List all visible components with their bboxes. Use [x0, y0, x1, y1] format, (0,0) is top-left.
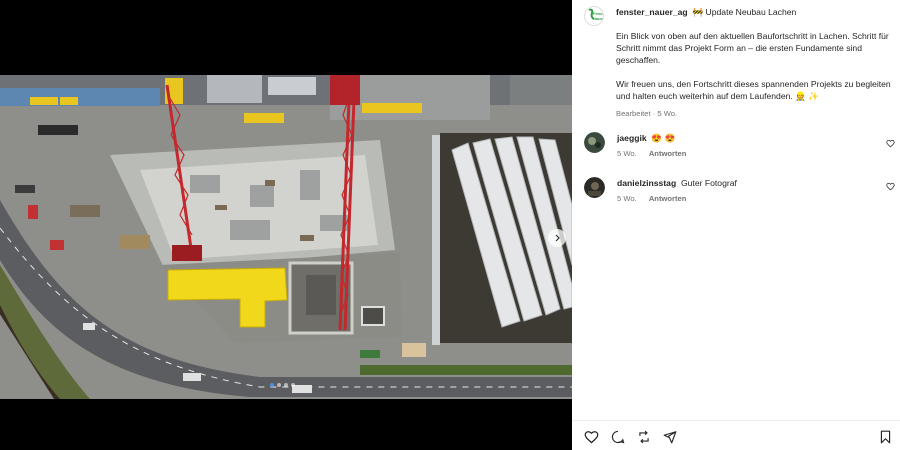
comment-item: jaeggik 😍 😍 5 Wo. Antworten: [584, 132, 894, 160]
caption-paragraph-1: Ein Blick von oben auf den aktuellen Bau…: [616, 31, 889, 65]
comment-username[interactable]: jaeggik: [617, 133, 647, 143]
reply-button[interactable]: Antworten: [649, 194, 687, 203]
comment-time: 5 Wo.: [617, 149, 637, 158]
caption-paragraph-2: Wir freuen uns, den Fortschritt dieses s…: [616, 79, 891, 101]
send-icon[interactable]: [663, 430, 677, 444]
comment-text: Guter Fotograf: [681, 178, 737, 188]
comment-text: 😍 😍: [651, 133, 676, 143]
media-viewer: [0, 0, 572, 450]
reply-button[interactable]: Antworten: [649, 149, 687, 158]
comment-item: danielzinsstag Guter Fotograf 5 Wo. Antw…: [584, 177, 894, 205]
carousel-dot: [277, 383, 281, 387]
post-title: 🚧 Update Neubau Lachen: [692, 7, 797, 17]
share-icon[interactable]: [637, 430, 651, 444]
heart-icon[interactable]: [886, 182, 895, 191]
avatar[interactable]: [584, 132, 605, 153]
fenster-nauer-logo: Fenst Naue: [588, 8, 603, 21]
comment-username[interactable]: danielzinsstag: [617, 178, 676, 188]
bookmark-icon[interactable]: [879, 430, 892, 444]
avatar[interactable]: Fenst Naue: [584, 6, 604, 26]
avatar[interactable]: [584, 177, 605, 198]
comment-time: 5 Wo.: [617, 194, 637, 203]
carousel-dot: [270, 383, 274, 387]
edited-timestamp: Bearbeitet · 5 Wo.: [616, 109, 678, 118]
heart-icon[interactable]: [584, 430, 599, 444]
post-sidebar: Fenst Naue fenster_nauer_ag 🚧 Update Neu…: [572, 0, 900, 450]
comment-icon[interactable]: [611, 430, 625, 444]
carousel-dots: [270, 383, 295, 387]
carousel-dot: [284, 383, 288, 387]
next-image-button[interactable]: [548, 229, 566, 247]
post-photo[interactable]: [0, 75, 572, 399]
caption: Fenst Naue fenster_nauer_ag 🚧 Update Neu…: [584, 6, 894, 120]
chevron-right-icon: [555, 234, 560, 242]
action-bar: [572, 420, 900, 450]
heart-icon[interactable]: [886, 139, 895, 148]
svg-text:Naue: Naue: [593, 16, 603, 21]
post-username[interactable]: fenster_nauer_ag: [616, 7, 688, 17]
carousel-dot: [291, 383, 295, 387]
